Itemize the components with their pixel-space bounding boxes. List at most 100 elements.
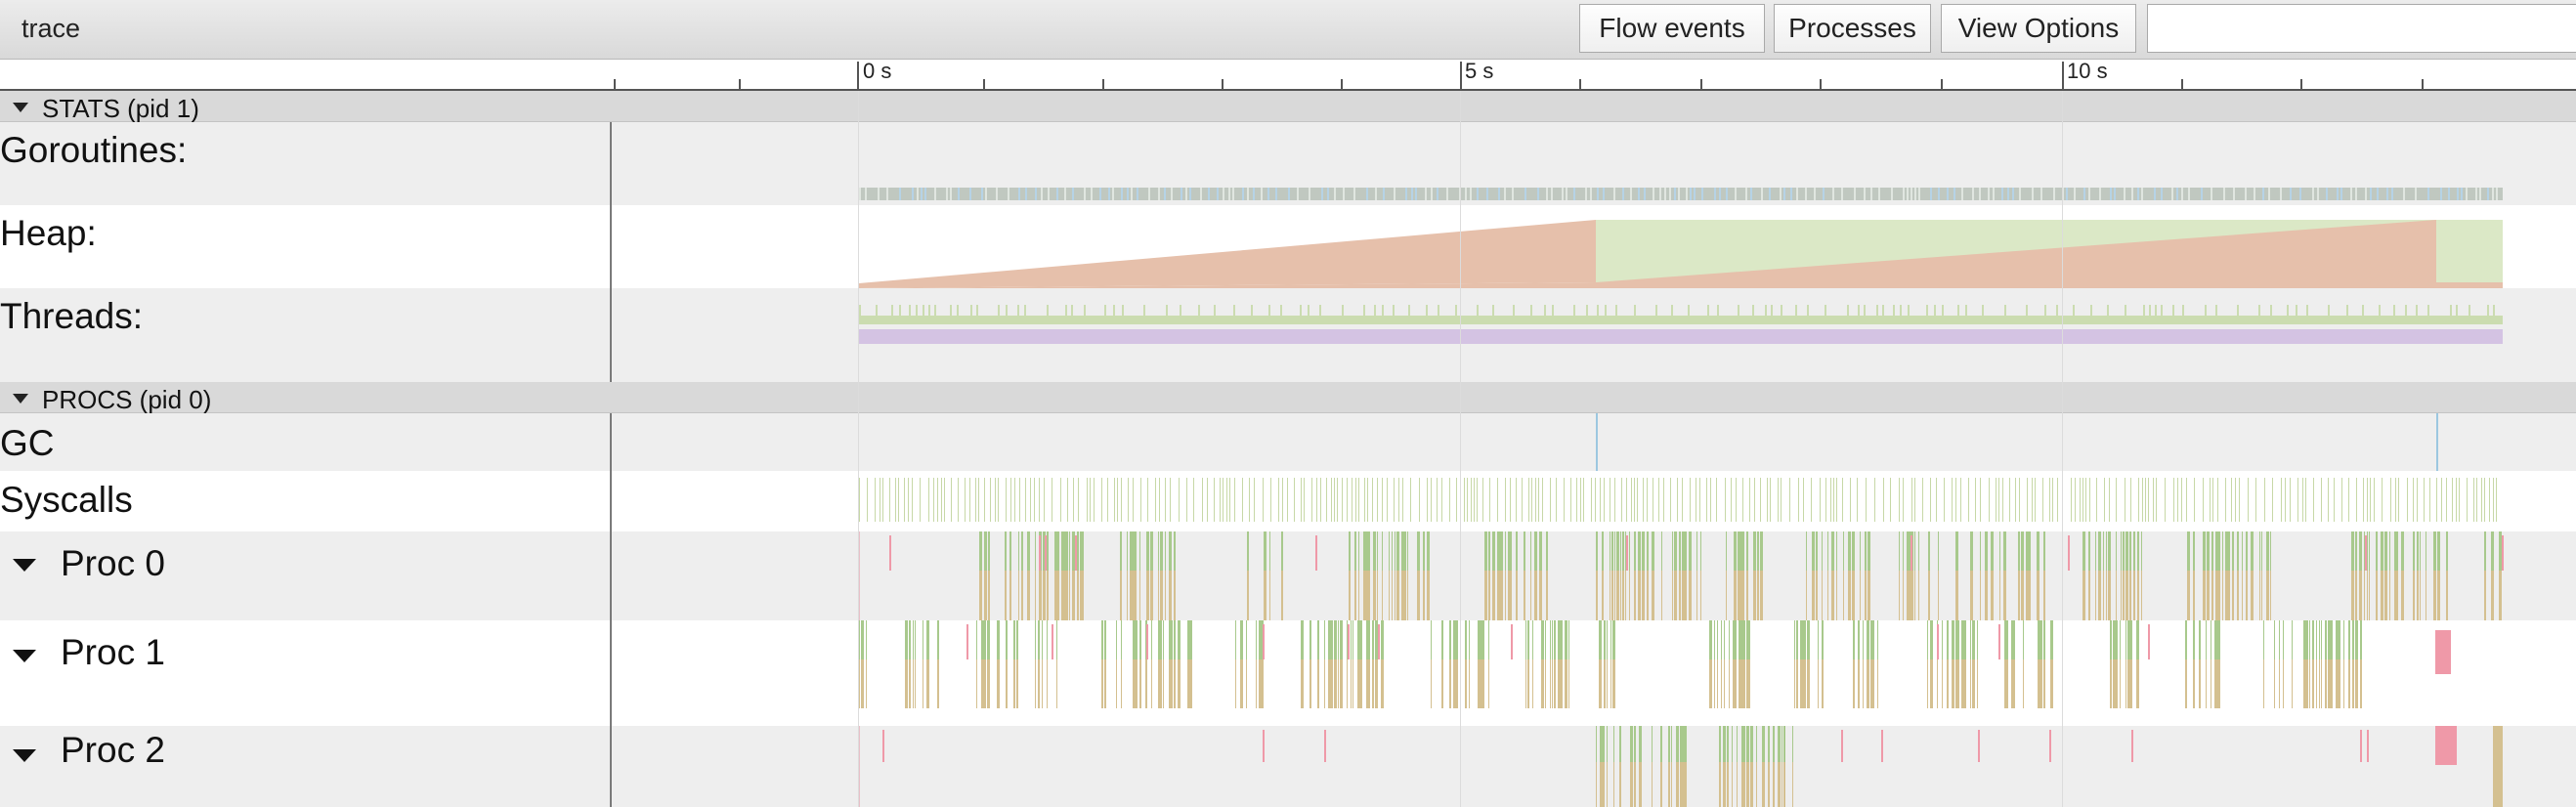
goroutine-slice[interactable]: [2433, 571, 2436, 620]
syscall-event[interactable]: [1690, 478, 1691, 522]
goroutine-sample[interactable]: [1099, 188, 1101, 200]
goroutine-sample[interactable]: [1437, 188, 1438, 200]
goroutine-slice[interactable]: [2384, 571, 2387, 620]
goroutine-slice[interactable]: [1368, 659, 1370, 708]
goroutine-slice[interactable]: [1359, 659, 1362, 708]
goroutine-slice[interactable]: [1005, 571, 1007, 620]
processes-button[interactable]: Processes: [1774, 4, 1931, 53]
goroutine-slice[interactable]: [1783, 762, 1785, 807]
syscall-event[interactable]: [2424, 478, 2425, 522]
syscall-event[interactable]: [2467, 478, 2468, 522]
goroutine-slice[interactable]: [1753, 531, 1756, 571]
threads-spike[interactable]: [1382, 305, 1384, 316]
goroutine-slice[interactable]: [1734, 571, 1737, 620]
syscall-event[interactable]: [1067, 478, 1068, 522]
goroutine-slice[interactable]: [1165, 571, 1166, 620]
threads-spike[interactable]: [976, 305, 978, 316]
syscall-event[interactable]: [2217, 478, 2218, 522]
goroutine-slice[interactable]: [1351, 620, 1352, 659]
goroutine-slice[interactable]: [2193, 620, 2195, 659]
goroutine-slice[interactable]: [1604, 659, 1606, 708]
goroutine-slice[interactable]: [1750, 762, 1753, 807]
gc-track[interactable]: [612, 413, 2576, 471]
syscall-event[interactable]: [1760, 478, 1761, 522]
goroutine-sample[interactable]: [1091, 188, 1093, 200]
goroutine-slice[interactable]: [2129, 659, 2132, 708]
goroutine-slice[interactable]: [2283, 620, 2284, 659]
goroutine-slice[interactable]: [1955, 531, 1958, 571]
goroutine-slice[interactable]: [1700, 571, 1701, 620]
syscall-event[interactable]: [1643, 478, 1644, 522]
goroutine-slice[interactable]: [989, 620, 990, 659]
goroutine-slice[interactable]: [1488, 531, 1490, 571]
syscall-event[interactable]: [1725, 478, 1726, 522]
threads-spike[interactable]: [1573, 305, 1575, 316]
syscall-event[interactable]: [1214, 478, 1215, 522]
goroutine-slice[interactable]: [2279, 620, 2280, 659]
goroutine-slice[interactable]: [1746, 762, 1749, 807]
goroutine-slice[interactable]: [1638, 531, 1641, 571]
threads-spike[interactable]: [2205, 305, 2207, 316]
goroutine-slice[interactable]: [2274, 659, 2275, 708]
goroutine-slice[interactable]: [1069, 531, 1070, 571]
goroutine-slice[interactable]: [863, 620, 864, 659]
goroutine-slice[interactable]: [1619, 726, 1621, 762]
goroutine-slice[interactable]: [1541, 620, 1544, 659]
goroutine-slice[interactable]: [1247, 571, 1249, 620]
goroutine-slice[interactable]: [1065, 571, 1068, 620]
goroutine-slice[interactable]: [1449, 659, 1451, 708]
goroutine-slice[interactable]: [1160, 659, 1162, 708]
goroutine-slice[interactable]: [1524, 571, 1525, 620]
goroutine-sample[interactable]: [2188, 188, 2190, 200]
goroutine-slice[interactable]: [1101, 620, 1103, 659]
goroutine-slice[interactable]: [1331, 620, 1333, 659]
goroutine-sample[interactable]: [2019, 188, 2021, 200]
goroutine-slice[interactable]: [1354, 531, 1356, 571]
goroutine-slice[interactable]: [1602, 571, 1604, 620]
syscall-event[interactable]: [1952, 478, 1953, 522]
goroutine-slice[interactable]: [1848, 531, 1851, 571]
goroutine-slice[interactable]: [2110, 620, 2112, 659]
goroutine-slice[interactable]: [2206, 620, 2207, 659]
goroutine-sample[interactable]: [1993, 188, 1995, 200]
syscall-event[interactable]: [1334, 478, 1335, 522]
syscall-event[interactable]: [1663, 478, 1664, 522]
proc-edge[interactable]: [859, 531, 860, 620]
syscall-event[interactable]: [1803, 478, 1804, 522]
goroutine-slice[interactable]: [2292, 659, 2293, 708]
goroutine-slice[interactable]: [1977, 659, 1978, 708]
goroutine-slice[interactable]: [1172, 620, 1173, 659]
syscall-event[interactable]: [1367, 478, 1368, 522]
syscall-event[interactable]: [1019, 478, 1020, 522]
goroutine-slice[interactable]: [2319, 620, 2320, 659]
syscall-event[interactable]: [1107, 478, 1108, 522]
goroutine-slice[interactable]: [1469, 659, 1470, 708]
goroutine-slice[interactable]: [1347, 659, 1348, 708]
goroutine-slice[interactable]: [1812, 531, 1815, 571]
goroutine-slice[interactable]: [1554, 620, 1556, 659]
syscall-event[interactable]: [1489, 478, 1490, 522]
flow-events-button[interactable]: Flow events: [1579, 4, 1765, 53]
goroutine-slice[interactable]: [1872, 659, 1874, 708]
syscall-event[interactable]: [2398, 478, 2399, 522]
threads-spike[interactable]: [1047, 305, 1049, 316]
syscall-event[interactable]: [1398, 478, 1399, 522]
goroutine-slice[interactable]: [2389, 571, 2390, 620]
goroutine-slice[interactable]: [2129, 620, 2132, 659]
goroutine-sample[interactable]: [2110, 188, 2112, 200]
goroutine-sample[interactable]: [1686, 188, 1688, 200]
goroutine-sample[interactable]: [2340, 188, 2342, 200]
goroutine-slice[interactable]: [1630, 762, 1633, 807]
goroutine-slice[interactable]: [1160, 571, 1163, 620]
goroutine-slice[interactable]: [1671, 726, 1672, 762]
goroutine-slice[interactable]: [1301, 620, 1304, 659]
goroutine-slice[interactable]: [1792, 726, 1793, 762]
goroutine-slice[interactable]: [2325, 659, 2327, 708]
goroutine-slice[interactable]: [1172, 659, 1173, 708]
threads-spike[interactable]: [1900, 305, 1902, 316]
gc-slice[interactable]: [1511, 624, 1513, 659]
goroutine-sample[interactable]: [899, 188, 901, 200]
syscall-event[interactable]: [1039, 478, 1040, 522]
goroutine-slice[interactable]: [1607, 659, 1608, 708]
goroutine-slice[interactable]: [2084, 531, 2085, 571]
